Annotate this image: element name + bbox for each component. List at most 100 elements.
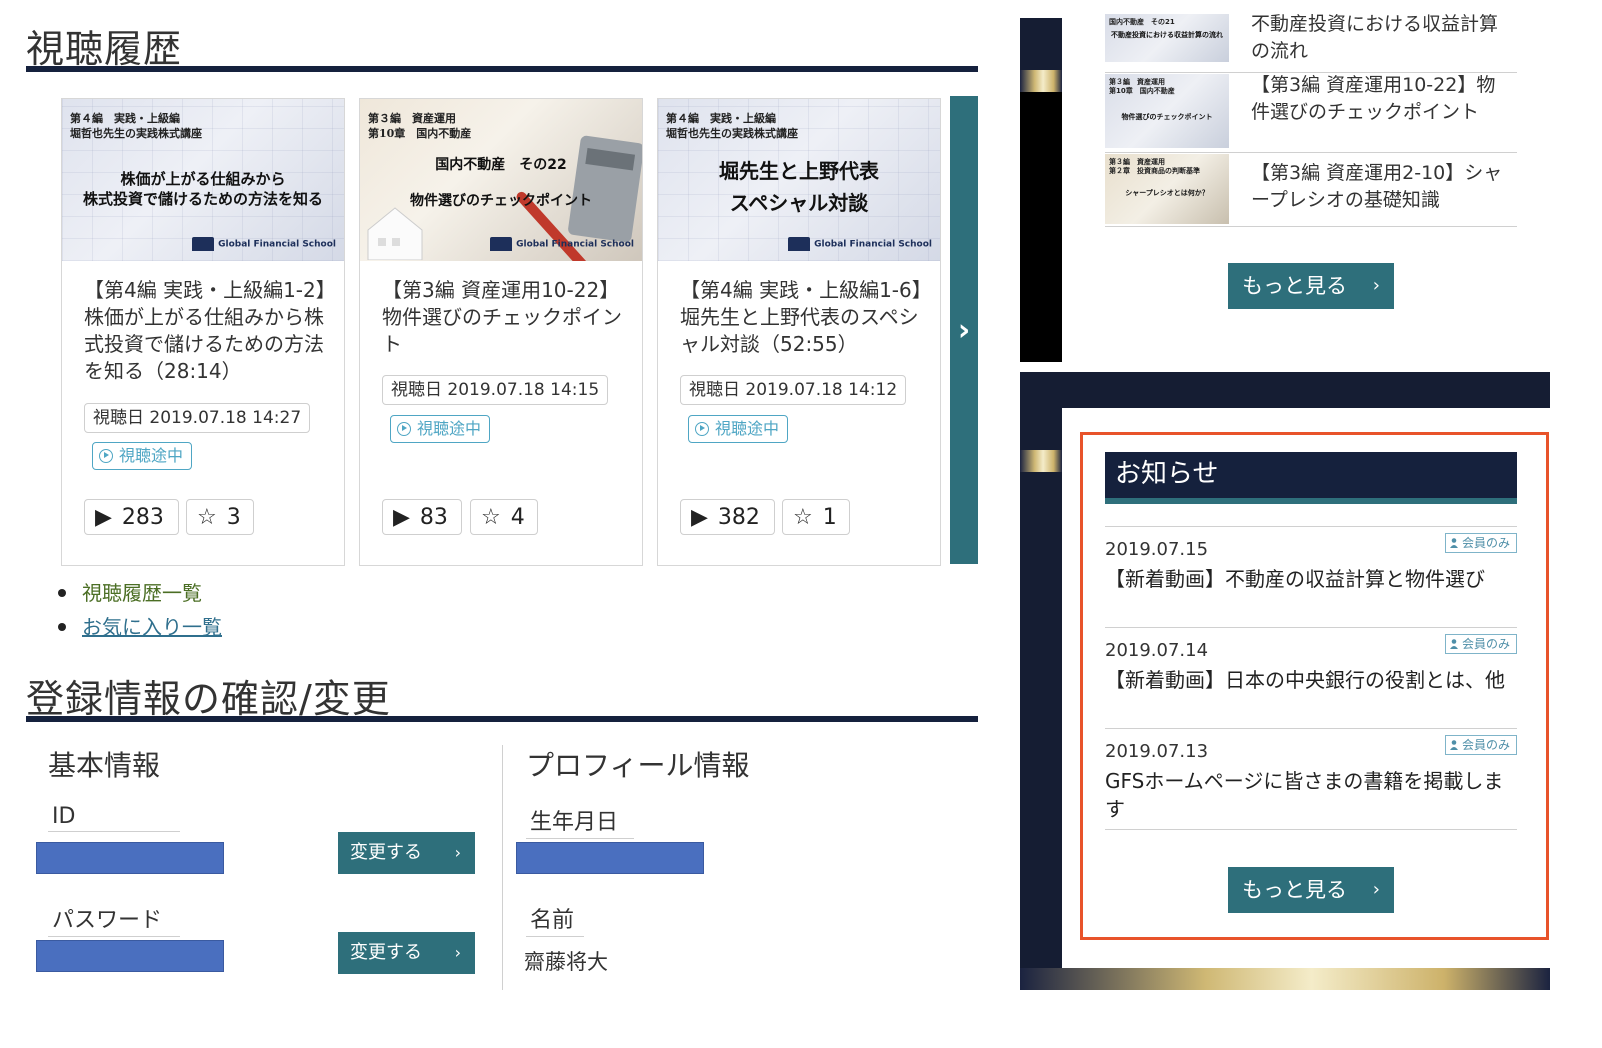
members-only-badge: 会員のみ [1444, 533, 1517, 553]
change-password-button[interactable]: 変更する › [338, 932, 475, 974]
video-thumbnail[interactable]: 第４編 実践・上級編 堀哲也先生の実践株式講座 株価が上がる仕組みから 株式投資… [62, 99, 344, 261]
notice-title[interactable]: 【新着動画】不動産の収益計算と物件選び [1105, 565, 1517, 593]
history-card[interactable]: 第４編 実践・上級編 堀哲也先生の実践株式講座 堀先生と上野代表 スペシャル対談… [657, 98, 941, 566]
birthday-value-masked [516, 842, 704, 874]
related-more-button[interactable]: もっと見る › [1228, 263, 1394, 309]
thumbnail-series: 第４編 実践・上級編 堀哲也先生の実践株式講座 [666, 112, 798, 140]
thumbnail-brand: Global Financial School [192, 237, 336, 251]
sidebar-decoration [1020, 968, 1550, 990]
notice-item[interactable]: 2019.07.14 会員のみ 【新着動画】日本の中央銀行の役割とは、他 [1105, 627, 1517, 728]
notice-date: 2019.07.14 [1105, 640, 1209, 661]
favorites-list-link[interactable]: お気に入り一覧 [82, 615, 222, 639]
history-card[interactable]: 第４編 実践・上級編 堀哲也先生の実践株式講座 株価が上がる仕組みから 株式投資… [61, 98, 345, 566]
play-icon: ▶ [393, 505, 410, 530]
sidebar-decoration [1020, 450, 1062, 472]
play-icon: ▶ [95, 505, 112, 530]
sidebar-decoration [1020, 70, 1062, 92]
viewed-date: 視聴日 2019.07.18 14:12 [680, 375, 907, 405]
favorites-list-item: お気に入り一覧 [58, 610, 222, 644]
members-only-badge: 会員のみ [1444, 634, 1517, 654]
history-title: 視聴履歴 [26, 27, 183, 71]
notice-title[interactable]: 【新着動画】日本の中央銀行の役割とは、他 [1105, 666, 1517, 694]
related-video-title[interactable]: 【第3編 資産運用2-10】シャープレシオの基礎知識 [1251, 160, 1513, 214]
school-logo-icon [788, 237, 811, 251]
star-icon: ☆ [793, 505, 813, 530]
school-logo-icon [192, 237, 215, 251]
history-list-item: 視聴履歴一覧 [58, 576, 222, 610]
thumbnail-lesson: 堀先生と上野代表 スペシャル対談 [719, 159, 879, 215]
related-video-item[interactable]: 国内不動産 その21 不動産投資における収益計算の流れ 不動産投資における収益計… [1105, 0, 1517, 73]
history-links: 視聴履歴一覧 お気に入り一覧 [58, 576, 222, 644]
notice-divider [1105, 829, 1517, 830]
video-title[interactable]: 【第4編 実践・上級編1-2】株価が上がる仕組みから株式投資で儲けるための方法を… [84, 277, 330, 385]
chevron-right-icon: › [1372, 879, 1380, 900]
id-label: ID [48, 804, 180, 832]
thumbnail-brand: Global Financial School [490, 237, 634, 251]
password-label: パスワード [48, 902, 180, 937]
school-logo-icon [490, 237, 513, 251]
related-video-title[interactable]: 【第3編 資産運用10-22】物件選びのチェックポイント [1251, 72, 1513, 126]
bullet-icon [58, 622, 66, 631]
viewed-date: 視聴日 2019.07.18 14:27 [84, 403, 311, 433]
history-title-rule [26, 66, 978, 72]
chevron-right-icon: › [957, 312, 971, 348]
status-badge: 視聴途中 [688, 415, 789, 443]
notice-item[interactable]: 2019.07.13 会員のみ GFSホームページに皆さまの書籍を掲載します [1105, 728, 1517, 829]
notice-item[interactable]: 2019.07.15 会員のみ 【新着動画】不動産の収益計算と物件選び [1105, 526, 1517, 627]
birthday-label: 生年月日 [526, 804, 634, 839]
bullet-icon [58, 588, 66, 597]
notices-more-button[interactable]: もっと見る › [1228, 867, 1394, 913]
related-video-item[interactable]: 第３編 資産運用 第10章 国内不動産 物件選びのチェックポイント 【第3編 資… [1105, 72, 1517, 153]
related-video-thumbnail[interactable]: 第３編 資産運用 第２章 投資商品の判断基準 シャープレシオとは何か？ [1105, 154, 1229, 224]
basic-info-title: 基本情報 [48, 749, 161, 782]
related-video-title[interactable]: 不動産投資における収益計算の流れ [1251, 11, 1513, 65]
play-count-button[interactable]: ▶ 83 [382, 499, 462, 535]
video-title[interactable]: 【第4編 実践・上級編1-6】堀先生と上野代表のスペシャル対談（52:55） [680, 277, 926, 358]
person-icon [1449, 537, 1458, 548]
person-icon [1449, 739, 1458, 750]
change-id-button[interactable]: 変更する › [338, 832, 475, 874]
chevron-right-icon: › [454, 943, 461, 962]
thumbnail-series: 第３編 資産運用 第10章 国内不動産 [368, 112, 472, 140]
viewed-date: 視聴日 2019.07.18 14:15 [382, 375, 609, 405]
notices-title: お知らせ [1105, 452, 1517, 498]
status-badge: 視聴途中 [390, 415, 491, 443]
notice-date: 2019.07.15 [1105, 539, 1209, 560]
play-count-button[interactable]: ▶ 283 [84, 499, 179, 535]
favorite-button[interactable]: ☆ 1 [782, 499, 850, 535]
carousel-next-button[interactable]: › [950, 96, 978, 564]
video-thumbnail[interactable]: 第４編 実践・上級編 堀哲也先生の実践株式講座 堀先生と上野代表 スペシャル対談… [658, 99, 940, 261]
favorite-button[interactable]: ☆ 3 [186, 499, 254, 535]
related-video-thumbnail[interactable]: 国内不動産 その21 不動産投資における収益計算の流れ [1105, 14, 1229, 62]
registration-title: 登録情報の確認/変更 [26, 677, 391, 721]
favorite-button[interactable]: ☆ 4 [470, 499, 538, 535]
related-video-thumbnail[interactable]: 第３編 資産運用 第10章 国内不動産 物件選びのチェックポイント [1105, 74, 1229, 148]
members-only-badge: 会員のみ [1444, 735, 1517, 755]
video-thumbnail[interactable]: 第３編 資産運用 第10章 国内不動産 国内不動産 その22 物件選びのチェック… [360, 99, 642, 261]
column-divider [502, 745, 503, 990]
thumbnail-lesson: 国内不動産 その22 物件選びのチェックポイント [410, 157, 592, 209]
play-icon: ▶ [691, 505, 708, 530]
registration-title-rule [26, 716, 978, 722]
id-value-masked [36, 842, 224, 874]
thumbnail-series: 第４編 実践・上級編 堀哲也先生の実践株式講座 [70, 112, 202, 140]
star-icon: ☆ [197, 505, 217, 530]
notice-title[interactable]: GFSホームページに皆さまの書籍を掲載します [1105, 767, 1517, 823]
name-label: 名前 [526, 902, 584, 937]
person-icon [1449, 638, 1458, 649]
related-video-item[interactable]: 第３編 資産運用 第２章 投資商品の判断基準 シャープレシオとは何か？ 【第3編… [1105, 152, 1517, 227]
chevron-right-icon: › [454, 843, 461, 862]
history-list-link[interactable]: 視聴履歴一覧 [82, 581, 202, 605]
play-circle-icon [695, 421, 709, 436]
thumbnail-lesson: 株価が上がる仕組みから 株式投資で儲けるための方法を知る [82, 170, 323, 208]
sidebar-background [1020, 18, 1062, 70]
play-circle-icon [397, 421, 411, 436]
name-value: 齋藤将大 [524, 950, 608, 974]
history-card[interactable]: 第３編 資産運用 第10章 国内不動産 国内不動産 その22 物件選びのチェック… [359, 98, 643, 566]
status-badge: 視聴途中 [92, 442, 193, 470]
password-value-masked [36, 940, 224, 972]
profile-info-title: プロフィール情報 [526, 749, 750, 782]
video-title[interactable]: 【第3編 資産運用10-22】物件選びのチェックポイント [382, 277, 628, 358]
play-count-button[interactable]: ▶ 382 [680, 499, 775, 535]
notice-date: 2019.07.13 [1105, 741, 1209, 762]
